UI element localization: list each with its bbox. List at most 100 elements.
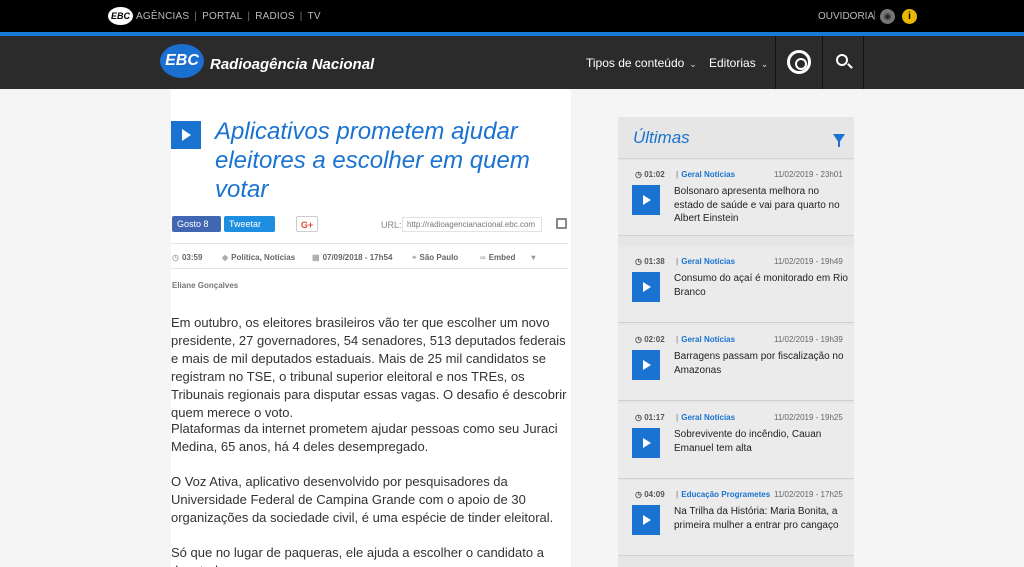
url-label: URL: (381, 220, 402, 230)
item-headline[interactable]: Na Trilha da História: Maria Bonita, a p… (674, 505, 849, 532)
ebc-logo[interactable]: EBC (160, 44, 204, 78)
top-bar: EBC AGÊNCIAS | PORTAL | RADIOS | TV OUVIDORIA … (0, 0, 1024, 33)
item-category[interactable]: Geral (681, 335, 701, 344)
header-divider (822, 36, 823, 89)
news-item[interactable]: ◷ 01:17 | Geral Notícias 11/02/2019 - 19h… (618, 403, 854, 479)
item-duration: ◷ 02:02 (635, 335, 665, 344)
facebook-like-button[interactable]: Gosto 8 (172, 216, 221, 232)
embed-dropdown[interactable]: ∞ Embed ▾ (480, 253, 535, 262)
print-icon[interactable] (556, 218, 567, 229)
item-category[interactable]: Notícias (704, 413, 735, 422)
ouvidoria-link[interactable]: OUVIDORIA (818, 11, 874, 22)
embed-label: Embed (488, 253, 516, 262)
nav-editorias[interactable]: Editorias ⌄ (709, 56, 768, 70)
search-icon[interactable] (836, 54, 848, 66)
facebook-like-label: Gosto 8 (177, 219, 209, 229)
divider (171, 268, 568, 269)
top-links: AGÊNCIAS | PORTAL | RADIOS | TV (136, 11, 321, 22)
location-pin-icon: ⌖ (412, 253, 417, 262)
article-paragraph: O Voz Ativa, aplicativo desenvolvido por… (171, 474, 554, 525)
item-date: 11/02/2019 - 19h25 (774, 413, 843, 422)
header-divider (863, 36, 864, 89)
item-categories: | Geral Notícias (676, 257, 736, 266)
item-category[interactable]: Programetes (721, 490, 770, 499)
link-radios[interactable]: RADIOS (255, 11, 295, 22)
item-duration-value: 04:09 (644, 490, 665, 499)
link-agencias[interactable]: AGÊNCIAS (136, 11, 189, 22)
item-headline[interactable]: Barragens passam por fiscalização no Ama… (674, 350, 849, 377)
nav-tipos-label: Tipos de conteúdo (586, 56, 685, 70)
item-categories: | Geral Notícias (676, 335, 736, 344)
nav-editorias-label: Editorias (709, 56, 756, 70)
article-paragraph: Só que no lugar de paqueras, ele ajuda a… (171, 545, 544, 567)
item-category[interactable]: Notícias (704, 335, 735, 344)
site-name[interactable]: Radioagência Nacional (210, 56, 374, 73)
news-item[interactable]: ◷ 01:38 | Geral Notícias 11/02/2019 - 19h… (618, 247, 854, 323)
news-item[interactable]: ◷ 02:02 | Geral Notícias 11/02/2019 - 19h… (618, 325, 854, 401)
item-duration-value: 01:02 (644, 170, 665, 179)
article-paragraph: Plataformas da internet prometem ajudar … (171, 421, 558, 454)
ebc-small-logo[interactable]: EBC (108, 7, 133, 25)
tags-value[interactable]: Política, Notícias (231, 253, 295, 262)
top-divider: | (873, 10, 876, 21)
item-headline[interactable]: Bolsonaro apresenta melhora no estado de… (674, 185, 849, 226)
tag-icon: ◆ (222, 253, 229, 262)
item-category[interactable]: Geral (681, 257, 701, 266)
item-category[interactable]: Notícias (704, 257, 735, 266)
play-button[interactable] (632, 185, 660, 215)
author: Eliane Gonçalves (172, 281, 239, 290)
item-category[interactable]: Geral (681, 413, 701, 422)
header-divider (775, 36, 776, 89)
news-item[interactable]: ◷ 04:09 | Educação Programetes 11/02/2019… (618, 480, 854, 556)
item-duration-value: 01:38 (644, 257, 665, 266)
site-header: EBC Radioagência Nacional Tipos de conte… (0, 36, 1024, 89)
play-audio-button[interactable] (171, 121, 201, 149)
filter-icon[interactable] (833, 134, 845, 147)
item-headline[interactable]: Sobrevivente do incêndio, Cauan Emanuel … (674, 428, 849, 455)
nav-tipos-de-conteudo[interactable]: Tipos de conteúdo ⌄ (586, 56, 697, 70)
item-categories: | Geral Notícias (676, 170, 736, 179)
play-button[interactable] (632, 428, 660, 458)
tweet-label: Tweetar (229, 219, 262, 229)
item-date: 11/02/2019 - 19h39 (774, 335, 843, 344)
item-duration: ◷ 04:09 (635, 490, 665, 499)
link-portal[interactable]: PORTAL (202, 11, 242, 22)
gplus-button[interactable]: G+ (296, 216, 318, 232)
tags: ◆ Política, Notícias (222, 253, 295, 262)
chevron-down-icon: ⌄ (689, 59, 697, 69)
item-category[interactable]: Geral (681, 170, 701, 179)
rss-icon[interactable]: ◉ (880, 9, 895, 24)
publish-date: ▦ 07/09/2018 - 17h54 (312, 253, 392, 262)
link-icon: ∞ (480, 253, 486, 262)
item-category[interactable]: Educação (681, 490, 719, 499)
chevron-down-icon: ⌄ (760, 59, 769, 69)
url-field[interactable]: http://radioagencianacional.ebc.com (402, 217, 542, 232)
ebc-play-icon[interactable] (787, 50, 811, 74)
item-category[interactable]: Notícias (704, 170, 735, 179)
duration-value: 03:59 (181, 253, 203, 262)
clock-icon: ◷ (172, 253, 179, 262)
info-icon[interactable]: i (902, 9, 917, 24)
tweet-button[interactable]: Tweetar (224, 216, 275, 232)
play-button[interactable] (632, 272, 660, 302)
item-date: 11/02/2019 - 23h01 (774, 170, 843, 179)
dropdown-arrow-icon: ▾ (531, 253, 536, 262)
item-categories: | Geral Notícias (676, 413, 736, 422)
play-button[interactable] (632, 505, 660, 535)
item-duration: ◷ 01:02 (635, 170, 665, 179)
item-date: 11/02/2019 - 17h25 (774, 490, 843, 499)
divider (171, 243, 568, 244)
sidebar-title: Últimas (633, 128, 690, 147)
duration: ◷ 03:59 (172, 253, 202, 262)
item-duration: ◷ 01:38 (635, 257, 665, 266)
item-headline[interactable]: Consumo do açaí é monitorado em Rio Bran… (674, 272, 849, 299)
link-tv[interactable]: TV (308, 11, 321, 22)
location-value: São Paulo (419, 253, 459, 262)
item-categories: | Educação Programetes (676, 490, 771, 499)
item-duration-value: 01:17 (644, 413, 665, 422)
article-paragraph: Em outubro, os eleitores brasileiros vão… (171, 315, 567, 420)
news-item[interactable]: ◷ 01:02 | Geral Notícias 11/02/2019 - 23h… (618, 160, 854, 236)
play-button[interactable] (632, 350, 660, 380)
item-date: 11/02/2019 - 19h49 (774, 257, 843, 266)
publish-date-value: 07/09/2018 - 17h54 (322, 253, 393, 262)
